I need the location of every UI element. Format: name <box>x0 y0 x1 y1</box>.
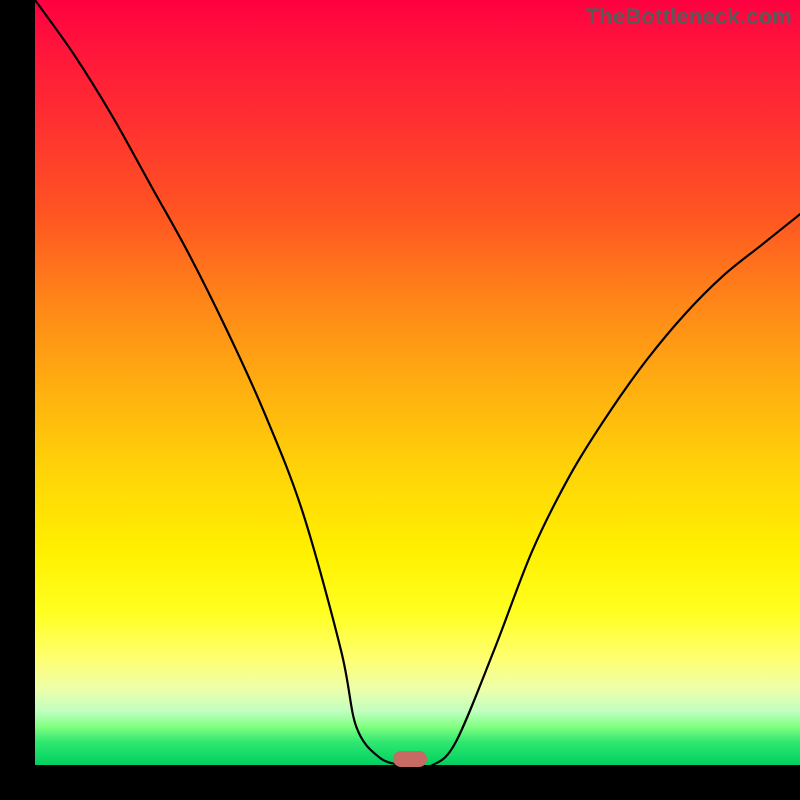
optimum-marker <box>393 751 427 767</box>
bottleneck-curve <box>35 0 800 765</box>
curve-layer <box>35 0 800 765</box>
plot-area: TheBottleneck.com <box>35 0 800 765</box>
chart-frame: TheBottleneck.com <box>0 0 800 800</box>
